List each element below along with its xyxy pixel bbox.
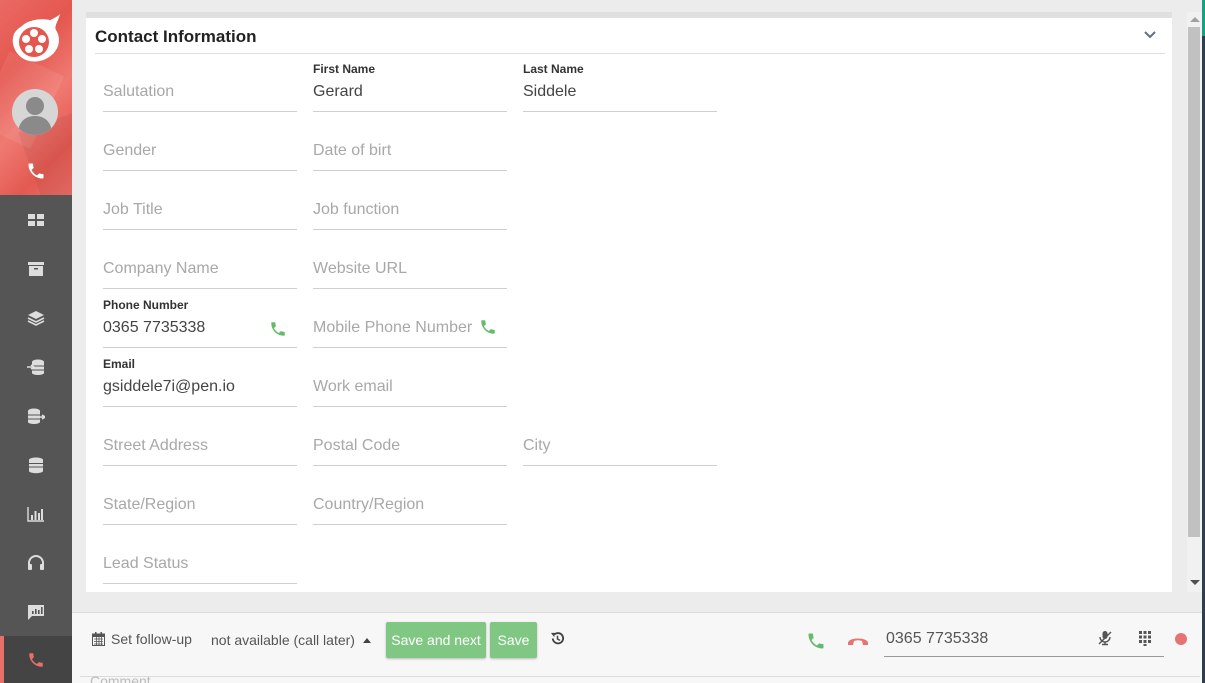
sidebar-item-database-export[interactable] bbox=[0, 391, 72, 440]
postal-code-field[interactable]: Postal Code bbox=[313, 416, 507, 466]
phone-number-value: 0365 7735338 bbox=[103, 319, 206, 336]
salutation-placeholder: Salutation bbox=[103, 83, 175, 100]
salutation-field[interactable]: Salutation bbox=[103, 62, 297, 112]
job-title-placeholder: Job Title bbox=[103, 201, 163, 218]
sidebar-item-dashboard[interactable] bbox=[0, 195, 72, 244]
country-region-field[interactable]: Country/Region bbox=[313, 475, 507, 525]
first-name-label: First Name bbox=[313, 62, 376, 76]
scroll-down-arrow-icon[interactable] bbox=[1190, 580, 1200, 585]
sidebar-item-database-import[interactable] bbox=[0, 342, 72, 391]
scroll-up-arrow-icon[interactable] bbox=[1190, 17, 1200, 22]
mute-microphone-icon[interactable] bbox=[1098, 630, 1112, 646]
mobile-phone-placeholder: Mobile Phone Number bbox=[313, 319, 473, 336]
database-icon bbox=[29, 457, 43, 473]
save-and-next-button[interactable]: Save and next bbox=[386, 622, 486, 658]
hangup-call-icon[interactable] bbox=[846, 633, 870, 647]
last-name-label: Last Name bbox=[523, 62, 584, 76]
scroll-thumb[interactable] bbox=[1188, 27, 1200, 537]
country-region-placeholder: Country/Region bbox=[313, 496, 425, 513]
job-function-placeholder: Job function bbox=[313, 201, 400, 218]
active-indicator bbox=[0, 636, 4, 683]
sidebar-item-layers[interactable] bbox=[0, 293, 72, 342]
sidebar-item-reports[interactable] bbox=[0, 489, 72, 538]
city-field[interactable]: City bbox=[523, 416, 717, 466]
set-followup-button[interactable]: Set follow-up bbox=[92, 631, 192, 647]
panel-header[interactable]: Contact Information bbox=[95, 18, 1165, 54]
call-phone-icon[interactable] bbox=[269, 320, 287, 338]
gender-placeholder: Gender bbox=[103, 142, 157, 159]
chevron-down-icon[interactable] bbox=[1143, 30, 1157, 40]
layers-icon bbox=[27, 310, 45, 326]
call-mobile-icon[interactable] bbox=[479, 318, 497, 336]
date-of-birth-placeholder: Date of birt bbox=[313, 142, 392, 159]
headset-icon bbox=[28, 554, 44, 570]
gender-field[interactable]: Gender bbox=[103, 121, 297, 171]
set-followup-label: Set follow-up bbox=[111, 631, 192, 647]
email-label: Email bbox=[103, 357, 136, 371]
bar-chart-icon bbox=[27, 506, 44, 522]
job-function-field[interactable]: Job function bbox=[313, 180, 507, 230]
job-title-field[interactable]: Job Title bbox=[103, 180, 297, 230]
dial-number-input[interactable]: 0365 7735338 bbox=[884, 622, 1164, 657]
panel-title: Contact Information bbox=[95, 27, 257, 46]
first-name-value: Gerard bbox=[313, 83, 363, 100]
sidebar-item-support[interactable] bbox=[0, 538, 72, 587]
dialpad-icon[interactable] bbox=[1138, 630, 1152, 646]
call-status-select[interactable]: not available (call later) bbox=[211, 632, 371, 648]
last-name-field[interactable]: Last Name Siddele bbox=[523, 62, 717, 112]
sidebar-item-calls[interactable] bbox=[0, 636, 72, 683]
sidebar-brand-area bbox=[0, 0, 72, 195]
comment-input[interactable]: Comment bbox=[90, 673, 151, 683]
dial-number-value: 0365 7735338 bbox=[886, 630, 989, 647]
record-indicator-icon[interactable] bbox=[1175, 633, 1187, 645]
street-address-field[interactable]: Street Address bbox=[103, 416, 297, 466]
database-export-icon bbox=[28, 408, 45, 424]
person-silhouette-icon bbox=[18, 97, 52, 135]
archive-box-icon bbox=[28, 261, 44, 276]
phone-icon bbox=[29, 652, 43, 667]
sidebar-item-archive[interactable] bbox=[0, 244, 72, 293]
comment-divider bbox=[80, 676, 1200, 677]
vertical-scrollbar[interactable] bbox=[1187, 12, 1203, 592]
company-name-placeholder: Company Name bbox=[103, 260, 219, 277]
street-address-placeholder: Street Address bbox=[103, 437, 208, 454]
save-button[interactable]: Save bbox=[490, 622, 537, 658]
database-import-icon bbox=[27, 359, 44, 375]
answer-call-icon[interactable] bbox=[806, 631, 826, 651]
mobile-phone-field[interactable]: Mobile Phone Number bbox=[313, 298, 507, 348]
contact-info-panel: Contact Information Salutation First Nam… bbox=[86, 12, 1172, 592]
state-region-placeholder: State/Region bbox=[103, 496, 196, 513]
date-of-birth-field[interactable]: Date of birt bbox=[313, 121, 507, 171]
sidebar bbox=[0, 0, 72, 683]
lead-status-placeholder: Lead Status bbox=[103, 555, 189, 572]
work-email-field[interactable]: Work email bbox=[313, 357, 507, 407]
user-avatar[interactable] bbox=[12, 89, 58, 135]
email-field[interactable]: Email gsiddele7i@pen.io bbox=[103, 357, 297, 407]
sidebar-item-feedback[interactable] bbox=[0, 587, 72, 636]
company-name-field[interactable]: Company Name bbox=[103, 239, 297, 289]
phone-number-label: Phone Number bbox=[103, 298, 189, 312]
call-action-bar: Set follow-up not available (call later)… bbox=[72, 612, 1202, 683]
phone-number-field[interactable]: Phone Number 0365 7735338 bbox=[103, 298, 297, 348]
chat-chart-icon bbox=[28, 604, 44, 620]
city-placeholder: City bbox=[523, 437, 551, 454]
work-email-placeholder: Work email bbox=[313, 378, 393, 395]
postal-code-placeholder: Postal Code bbox=[313, 437, 401, 454]
logo-film-reel-icon[interactable] bbox=[10, 14, 62, 64]
calendar-icon bbox=[92, 632, 105, 646]
history-icon[interactable] bbox=[550, 631, 565, 646]
last-name-value: Siddele bbox=[523, 83, 577, 100]
first-name-field[interactable]: First Name Gerard bbox=[313, 62, 507, 112]
state-region-field[interactable]: State/Region bbox=[103, 475, 297, 525]
phone-icon[interactable] bbox=[26, 161, 46, 181]
call-status-value: not available (call later) bbox=[211, 632, 355, 648]
lead-status-field[interactable]: Lead Status bbox=[103, 534, 297, 584]
email-value: gsiddele7i@pen.io bbox=[103, 378, 235, 395]
website-url-placeholder: Website URL bbox=[313, 260, 407, 277]
grid-icon bbox=[28, 213, 44, 226]
sidebar-item-database[interactable] bbox=[0, 440, 72, 489]
website-url-field[interactable]: Website URL bbox=[313, 239, 507, 289]
caret-up-icon bbox=[362, 637, 371, 643]
